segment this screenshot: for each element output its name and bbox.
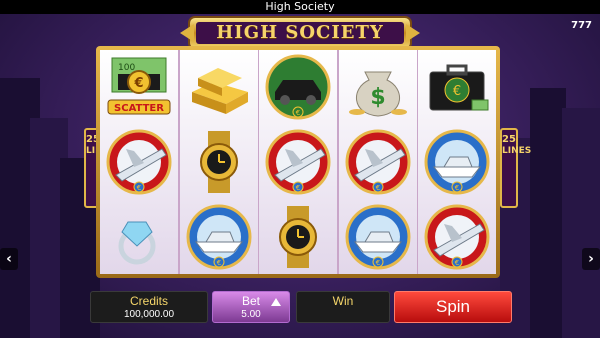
paylines-count: 25 — [502, 134, 516, 145]
svg-text:€: € — [455, 259, 459, 267]
logo-wing-icon — [180, 24, 194, 42]
plane-symbol-icon: € — [339, 125, 417, 199]
svg-text:SCATTER: SCATTER — [114, 103, 164, 114]
nav-left-arrow-icon[interactable]: ‹ — [0, 248, 18, 270]
watch-symbol-icon — [180, 125, 258, 199]
game-stage: High Society HIGH SOCIETY 777 25 LINES 2… — [0, 0, 600, 338]
svg-text:€: € — [296, 184, 300, 192]
brand-logo: 777 — [571, 20, 592, 31]
bet-button[interactable]: Bet 5.00 — [212, 291, 290, 323]
reel-2: € — [179, 50, 258, 274]
svg-text:€: € — [137, 184, 141, 192]
svg-text:100: 100 — [118, 63, 135, 73]
scatter-symbol-icon: 100 € SCATTER — [100, 50, 178, 124]
svg-text:€: € — [375, 259, 379, 267]
bet-increase-icon[interactable] — [271, 298, 281, 306]
ring-symbol-icon — [100, 200, 178, 274]
briefcase-symbol-icon: € — [418, 50, 496, 124]
yacht-symbol-icon: € — [180, 200, 258, 274]
win-display: Win — [296, 291, 390, 323]
spin-label: Spin — [435, 297, 471, 316]
gold-bars-symbol-icon — [180, 50, 258, 124]
svg-text:$: $ — [370, 85, 385, 110]
game-logo: HIGH SOCIETY — [180, 18, 420, 48]
svg-text:€: € — [216, 259, 220, 267]
reel-5: € € € — [418, 50, 496, 274]
logo-text: HIGH SOCIETY — [216, 22, 384, 43]
credits-label: Credits — [129, 294, 168, 308]
reel-1: 100 € SCATTER € — [100, 50, 178, 274]
plane-symbol-icon: € — [418, 200, 496, 274]
building — [530, 88, 566, 338]
svg-text:€: € — [133, 76, 143, 91]
credits-value: 100,000.00 — [123, 309, 175, 320]
reel-4: $ € € — [338, 50, 417, 274]
building — [562, 108, 600, 338]
reels-area: 100 € SCATTER € € € € $ € € € € € — [100, 50, 496, 274]
paylines-label: LINES — [502, 146, 532, 156]
svg-text:€: € — [455, 184, 459, 192]
nav-right-arrow-icon[interactable]: › — [582, 248, 600, 270]
win-label: Win — [332, 294, 354, 308]
svg-text:€: € — [296, 109, 300, 117]
credits-display: Credits 100,000.00 — [90, 291, 208, 323]
window-title: High Society — [0, 0, 600, 14]
reel-3: € € — [259, 50, 337, 274]
svg-text:€: € — [453, 84, 461, 99]
limousine-symbol-icon: € — [259, 50, 337, 124]
yacht-symbol-icon: € — [418, 125, 496, 199]
paylines-badge-right: 25 LINES — [500, 128, 532, 208]
plane-symbol-icon: € — [259, 125, 337, 199]
spin-button[interactable]: Spin — [394, 291, 512, 323]
bet-value: 5.00 — [241, 309, 261, 320]
plane-symbol-icon: € — [100, 125, 178, 199]
watch-symbol-icon — [259, 200, 337, 274]
logo-wing-icon — [406, 24, 420, 42]
svg-text:€: € — [375, 184, 379, 192]
money-bag-symbol-icon: $ — [339, 50, 417, 124]
yacht-symbol-icon: € — [339, 200, 417, 274]
